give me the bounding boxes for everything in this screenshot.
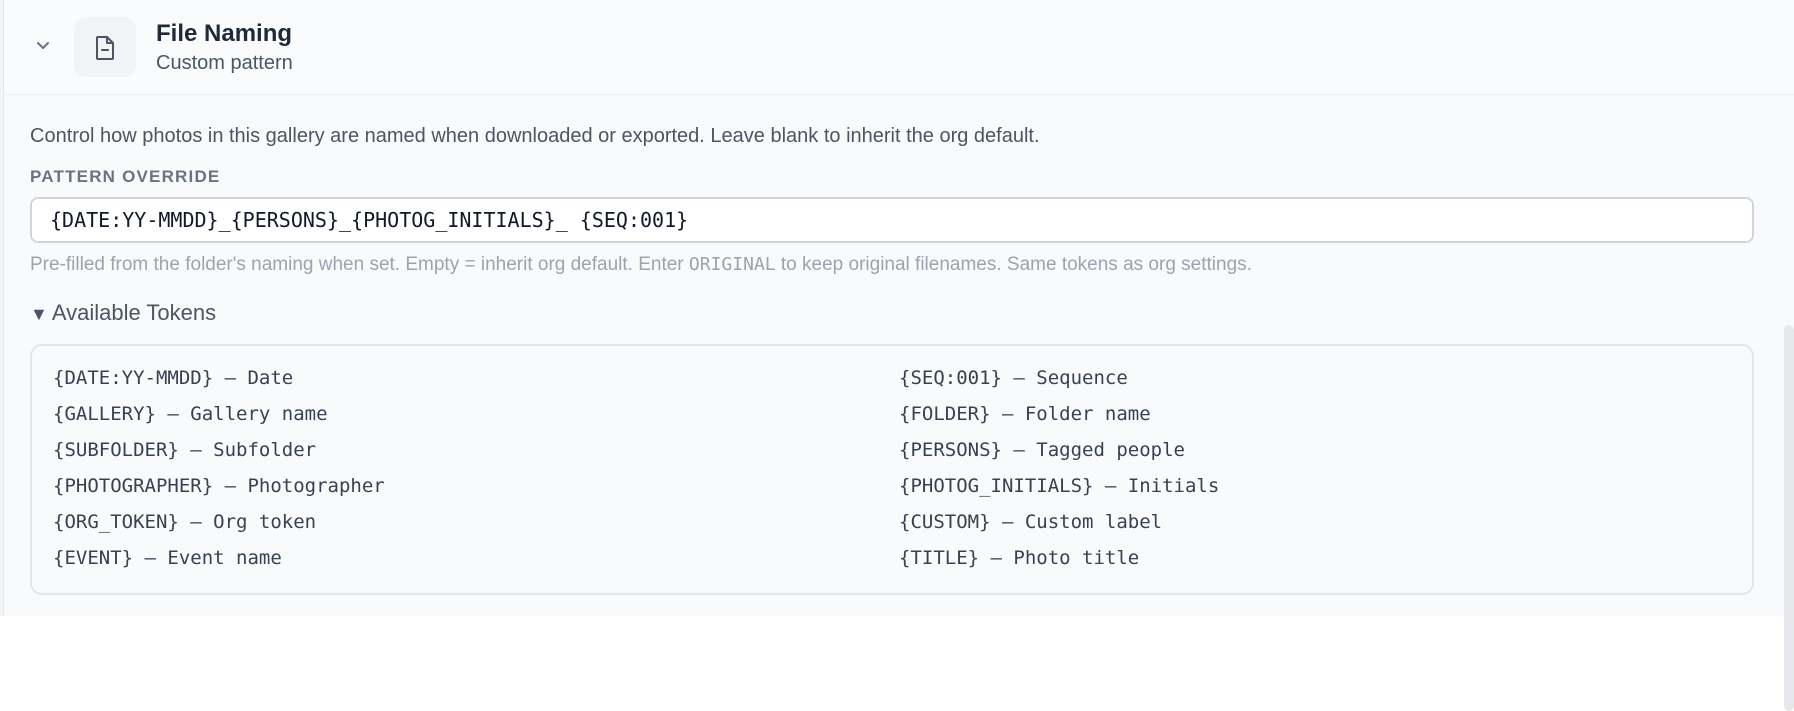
available-tokens-label: Available Tokens xyxy=(51,300,217,325)
token-item: {CUSTOM} — Custom label xyxy=(899,511,1163,533)
hint-text-end: to keep original filenames. Same tokens … xyxy=(775,254,1252,275)
pattern-hint: Pre-filled from the folder's naming when… xyxy=(30,254,1252,276)
token-item: {ORG_TOKEN} — Org token xyxy=(53,511,317,533)
file-naming-panel: File Naming Custom pattern Control how p… xyxy=(3,0,1794,711)
tokens-list: {DATE:YY-MMDD} — Date {GALLERY} — Galler… xyxy=(30,344,1754,595)
scrollbar-thumb[interactable] xyxy=(1784,325,1794,711)
hint-text-start: Pre-filled from the folder's naming when… xyxy=(30,254,689,275)
token-item: {EVENT} — Event name xyxy=(53,547,282,569)
section-description: Control how photos in this gallery are n… xyxy=(30,125,1040,147)
tokens-column-right: {SEQ:001} — Sequence {FOLDER} — Folder n… xyxy=(899,366,1219,582)
token-item: {SUBFOLDER} — Subfolder xyxy=(53,439,317,461)
token-item: {SEQ:001} — Sequence xyxy=(899,367,1128,389)
pattern-override-label: PATTERN OVERRIDE xyxy=(30,167,221,186)
file-icon-container xyxy=(74,17,136,77)
chevron-down-icon[interactable] xyxy=(34,36,52,54)
token-item: {DATE:YY-MMDD} — Date xyxy=(53,367,294,389)
section-body: Control how photos in this gallery are n… xyxy=(4,95,1794,616)
token-item: {GALLERY} — Gallery name xyxy=(53,403,328,425)
section-header[interactable]: File Naming Custom pattern xyxy=(4,0,1794,95)
token-item: {FOLDER} — Folder name xyxy=(899,403,1151,425)
token-item: {TITLE} — Photo title xyxy=(899,547,1140,569)
section-title: File Naming xyxy=(156,20,293,47)
triangle-down-icon: ▼ xyxy=(30,304,48,324)
tokens-column-left: {DATE:YY-MMDD} — Date {GALLERY} — Galler… xyxy=(53,366,385,582)
file-icon xyxy=(96,36,114,60)
scrollbar-track[interactable] xyxy=(1783,95,1794,711)
hint-code-original: ORIGINAL xyxy=(688,254,776,275)
token-item: {PHOTOG_INITIALS} — Initials xyxy=(899,475,1220,497)
available-tokens-toggle[interactable]: ▼ Available Tokens xyxy=(30,300,216,326)
token-item: {PERSONS} — Tagged people xyxy=(899,439,1185,461)
token-item: {PHOTOGRAPHER} — Photographer xyxy=(53,475,385,497)
section-subtitle: Custom pattern xyxy=(156,52,293,74)
pattern-override-input[interactable] xyxy=(30,197,1754,243)
